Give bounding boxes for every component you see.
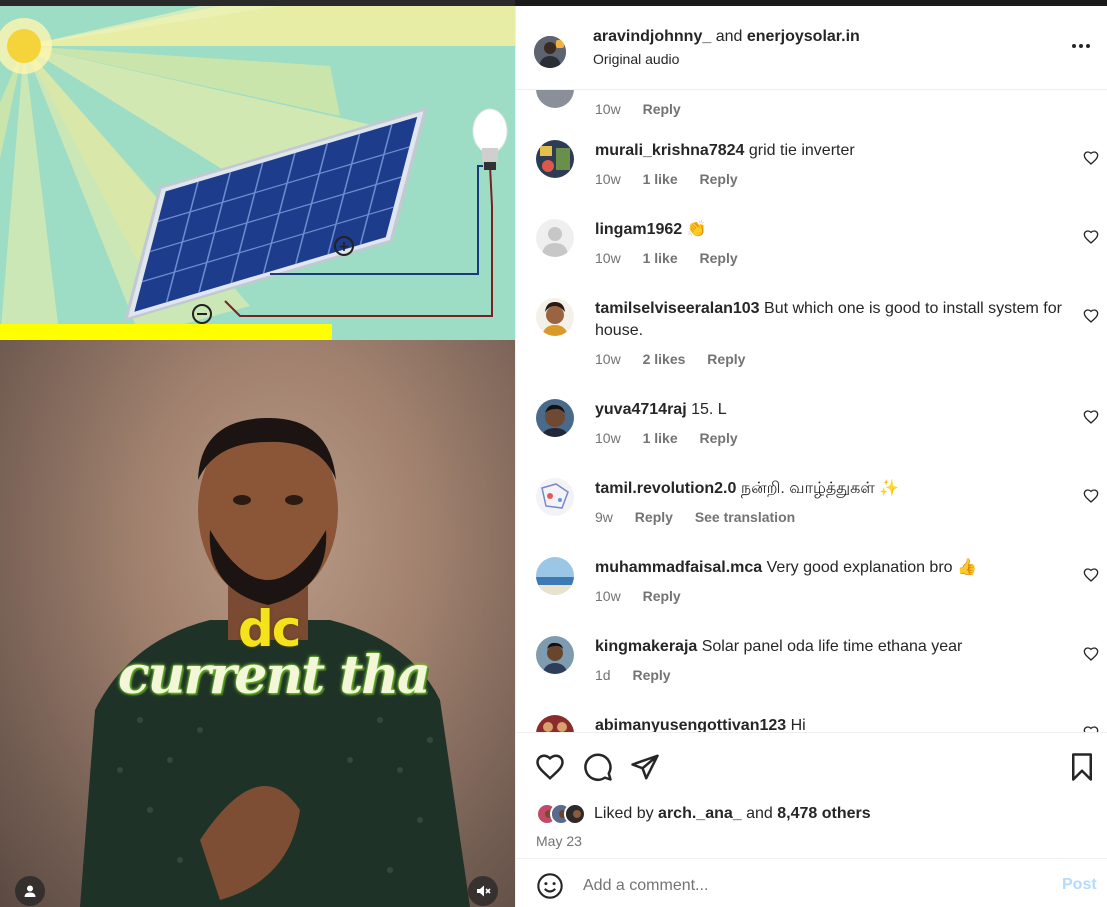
comment-avatar[interactable] (536, 219, 574, 257)
heart-icon[interactable] (1083, 150, 1099, 166)
comment-username[interactable]: yuva4714raj (595, 401, 687, 418)
comment-username[interactable]: muhammadfaisal.mca (595, 559, 762, 576)
solar-diagram-image: + (0, 6, 515, 340)
post-comment-button[interactable]: Post (1062, 876, 1097, 894)
post-authors: aravindjohnny_ and enerjoysolar.in (593, 27, 860, 47)
comment-avatar[interactable] (536, 140, 574, 178)
heart-icon[interactable] (1083, 308, 1099, 324)
heart-icon[interactable] (1083, 646, 1099, 662)
comment-avatar[interactable] (536, 90, 574, 108)
heart-icon[interactable] (1083, 409, 1099, 425)
comment-reply-button[interactable]: Reply (632, 667, 670, 683)
comment-reply-button[interactable]: Reply (700, 171, 738, 187)
comment-meta: 10w 1 like Reply (595, 171, 756, 187)
comment-reply-button[interactable]: Reply (635, 509, 673, 525)
more-horizontal-icon (1072, 44, 1076, 48)
audio-label[interactable]: Original audio (593, 51, 679, 67)
liked-by-others[interactable]: 8,478 others (777, 805, 870, 822)
comment-text: Solar panel oda life time ethana year (701, 638, 963, 655)
comment-text: 👏 (686, 221, 707, 238)
svg-text:+: + (338, 239, 350, 255)
author-username-2[interactable]: enerjoysolar.in (747, 28, 860, 45)
post-actions: Liked by arch._ana_ and 8,478 others May… (516, 732, 1107, 858)
comment-time[interactable]: 1d (595, 667, 611, 683)
heart-icon[interactable] (1083, 229, 1099, 245)
author-avatar[interactable] (534, 36, 566, 68)
comment-avatar[interactable] (536, 399, 574, 437)
comment-text: grid tie inverter (748, 142, 855, 159)
comment-likes[interactable]: 1 like (643, 250, 678, 266)
comment-time[interactable]: 10w (595, 171, 621, 187)
comment-icon[interactable] (583, 752, 613, 782)
comment-meta: 9w Reply See translation (595, 509, 813, 525)
mute-button[interactable] (468, 876, 498, 906)
comment-avatar[interactable] (536, 478, 574, 516)
post-date[interactable]: May 23 (536, 833, 582, 849)
comment-time[interactable]: 10w (595, 250, 621, 266)
comment-text: Hi (790, 717, 806, 732)
comment-username[interactable]: abimanyusengottivan123 (595, 717, 786, 732)
comment-meta: 10w Reply (595, 588, 699, 604)
liked-by-and: and (746, 805, 773, 822)
person-icon (24, 885, 36, 897)
comment-meta: 10w Reply (595, 101, 699, 117)
comment-username[interactable]: tamil.revolution2.0 (595, 480, 736, 497)
comment-reply-button[interactable]: Reply (700, 430, 738, 446)
comment-avatar[interactable] (536, 298, 574, 336)
comment-meta: 10w 2 likes Reply (595, 351, 763, 367)
liker-avatar[interactable] (564, 803, 586, 825)
comment-time[interactable]: 10w (595, 430, 621, 446)
comment-avatar[interactable] (536, 557, 574, 595)
add-comment-bar: Post (516, 858, 1107, 907)
heart-icon[interactable] (535, 752, 565, 782)
author-and: and (715, 28, 743, 45)
comment-text: 15. L (691, 401, 727, 418)
comment-reply-button[interactable]: Reply (643, 588, 681, 604)
heart-icon[interactable] (1083, 725, 1099, 732)
comment-username[interactable]: tamilselviseeralan103 (595, 300, 760, 317)
comment-time[interactable]: 10w (595, 351, 621, 367)
heart-icon[interactable] (1083, 488, 1099, 504)
more-options-button[interactable] (1066, 36, 1096, 56)
comment-avatar[interactable] (536, 715, 574, 732)
comment-time[interactable]: 9w (595, 509, 613, 525)
emoji-icon[interactable] (536, 872, 564, 900)
comments-list[interactable]: 10w Reply murali_krishna7824 grid tie in… (516, 90, 1107, 732)
comment-avatar[interactable] (536, 636, 574, 674)
liked-by-user[interactable]: arch._ana_ (658, 805, 742, 822)
comment-reply-button[interactable]: Reply (643, 101, 681, 117)
tagged-users-button[interactable] (15, 876, 45, 906)
comment-time[interactable]: 10w (595, 101, 621, 117)
see-translation-button[interactable]: See translation (695, 509, 795, 525)
comment-reply-button[interactable]: Reply (700, 250, 738, 266)
bookmark-icon[interactable] (1067, 752, 1097, 782)
liked-by-text: Liked by arch._ana_ and 8,478 others (594, 805, 871, 823)
comment-input[interactable] (583, 869, 1043, 903)
comment-username[interactable]: kingmakeraja (595, 638, 697, 655)
post-media[interactable]: + dc current tha (0, 0, 515, 907)
comment-username[interactable]: murali_krishna7824 (595, 142, 744, 159)
comment-meta: 1d Reply (595, 667, 689, 683)
author-username-1[interactable]: aravindjohnny_ (593, 28, 711, 45)
comment-likes[interactable]: 1 like (643, 430, 678, 446)
liked-by-prefix: Liked by (594, 805, 654, 822)
comment-username[interactable]: lingam1962 (595, 221, 682, 238)
volume-muted-icon (477, 885, 491, 897)
post-header: aravindjohnny_ and enerjoysolar.in Origi… (516, 6, 1107, 90)
heart-icon[interactable] (1083, 567, 1099, 583)
post-details-panel: aravindjohnny_ and enerjoysolar.in Origi… (515, 6, 1107, 907)
comment-text: Very good explanation bro 👍 (766, 559, 977, 576)
comment-time[interactable]: 10w (595, 588, 621, 604)
comment-reply-button[interactable]: Reply (707, 351, 745, 367)
comment-meta: 10w 1 like Reply (595, 430, 756, 446)
caption-current: current tha (118, 645, 431, 706)
comment-text: நன்றி. வாழ்த்துகள் ✨ (740, 480, 900, 497)
comment-meta: 10w 1 like Reply (595, 250, 756, 266)
share-icon[interactable] (630, 752, 660, 782)
liked-by-row: Liked by arch._ana_ and 8,478 others (536, 801, 871, 827)
comment-likes[interactable]: 2 likes (643, 351, 686, 367)
comment-likes[interactable]: 1 like (643, 171, 678, 187)
